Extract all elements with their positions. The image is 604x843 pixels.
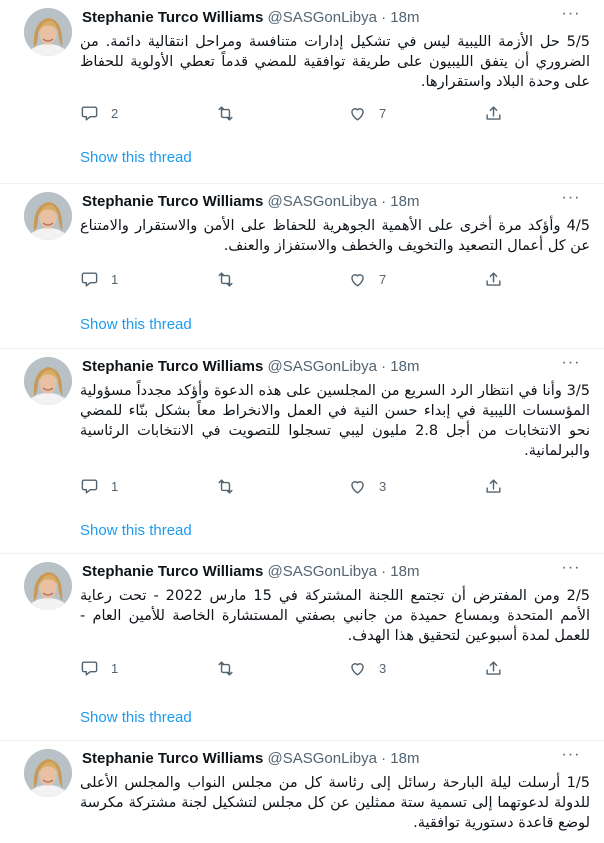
separator-dot: · [381, 750, 387, 767]
show-thread-link[interactable]: Show this thread [80, 148, 192, 168]
timestamp[interactable]: 18m [390, 563, 419, 580]
share-upload-icon [486, 660, 501, 675]
avatar[interactable] [24, 562, 72, 610]
author-handle[interactable]: @SASGonLibya [267, 9, 376, 26]
more-dots-icon[interactable]: ··· [560, 190, 582, 211]
timestamp[interactable]: 18m [390, 750, 419, 767]
tweet-text: 1/5 أرسلت ليلة البارحة رسائل إلى رئاسة ك… [80, 775, 590, 831]
separator-dot: · [381, 9, 387, 26]
like-count: 3 [379, 478, 387, 494]
share-upload-icon [486, 105, 501, 120]
author-handle[interactable]: @SASGonLibya [267, 750, 376, 767]
more-dots-icon[interactable]: ··· [560, 560, 582, 581]
like-count: 7 [379, 271, 387, 287]
tweet-header: Stephanie Turco Williams @SASGonLibya · … [82, 562, 584, 582]
avatar[interactable] [24, 749, 72, 797]
heart-outline-icon [351, 273, 364, 287]
like-count: 7 [379, 105, 387, 121]
speech-bubble-icon [81, 478, 98, 494]
separator-dot: · [381, 358, 387, 375]
retweet-button[interactable] [216, 474, 247, 498]
retweet-button[interactable] [216, 656, 247, 680]
retweet-arrows-icon [218, 660, 233, 676]
tweet-actions: 1 3 [70, 656, 510, 680]
heart-outline-icon [351, 662, 364, 676]
tweet-card[interactable]: Stephanie Turco Williams @SASGonLibya · … [0, 741, 604, 843]
tweet-text: 4/5 وأؤكد مرة أخرى على الأهمية الجوهرية … [80, 218, 590, 254]
avatar[interactable] [24, 8, 72, 56]
tweet-card[interactable]: Stephanie Turco Williams @SASGonLibya · … [0, 349, 604, 554]
reply-button[interactable]: 1 [80, 474, 118, 498]
like-button[interactable]: 7 [348, 101, 386, 125]
show-thread-link[interactable]: Show this thread [80, 315, 192, 335]
retweet-button[interactable] [216, 101, 247, 125]
heart-outline-icon [351, 480, 364, 494]
avatar[interactable] [24, 357, 72, 405]
more-dots-icon[interactable]: ··· [560, 355, 582, 376]
tweet-actions: 1 7 [70, 267, 510, 291]
share-button[interactable] [484, 474, 503, 498]
reply-count: 1 [111, 660, 119, 676]
reply-button[interactable]: 2 [80, 101, 118, 125]
reply-count: 2 [111, 105, 119, 121]
tweet-text: 5/5 حل الأزمة الليبية ليس في تشكيل إدارا… [80, 34, 590, 90]
speech-bubble-icon [81, 105, 98, 121]
author-handle[interactable]: @SASGonLibya [267, 358, 376, 375]
speech-bubble-icon [81, 660, 98, 676]
retweet-arrows-icon [218, 105, 233, 121]
retweet-button[interactable] [216, 267, 247, 291]
author-name[interactable]: Stephanie Turco Williams [82, 750, 263, 767]
share-button[interactable] [484, 101, 503, 125]
tweet-text: 2/5 ومن المفترض أن تجتمع اللجنة المشتركة… [80, 588, 591, 644]
tweet-header: Stephanie Turco Williams @SASGonLibya · … [82, 8, 584, 28]
reply-count: 1 [111, 478, 119, 494]
tweet-header: Stephanie Turco Williams @SASGonLibya · … [82, 192, 584, 212]
like-count: 3 [379, 660, 387, 676]
like-button[interactable]: 7 [348, 267, 386, 291]
more-dots-icon[interactable]: ··· [560, 6, 582, 27]
reply-count: 1 [111, 271, 119, 287]
heart-outline-icon [351, 107, 364, 121]
tweet-card[interactable]: Stephanie Turco Williams @SASGonLibya · … [0, 184, 604, 349]
share-button[interactable] [484, 267, 503, 291]
separator-dot: · [381, 563, 387, 580]
reply-button[interactable]: 1 [80, 267, 118, 291]
like-button[interactable]: 3 [348, 474, 386, 498]
retweet-arrows-icon [218, 478, 233, 494]
show-thread-link[interactable]: Show this thread [80, 521, 192, 541]
tweet-actions: 2 7 [70, 101, 510, 125]
tweet-text: 3/5 وأنا في انتظار الرد السريع من المجلس… [80, 383, 590, 459]
author-name[interactable]: Stephanie Turco Williams [82, 193, 263, 210]
tweet-actions: 1 3 [70, 474, 510, 498]
author-handle[interactable]: @SASGonLibya [267, 193, 376, 210]
author-name[interactable]: Stephanie Turco Williams [82, 563, 263, 580]
tweet-card[interactable]: Stephanie Turco Williams @SASGonLibya · … [0, 0, 604, 184]
timestamp[interactable]: 18m [390, 358, 419, 375]
show-thread-link[interactable]: Show this thread [80, 708, 192, 728]
tweet-card[interactable]: Stephanie Turco Williams @SASGonLibya · … [0, 554, 604, 741]
timestamp[interactable]: 18m [390, 9, 419, 26]
avatar[interactable] [24, 192, 72, 240]
more-dots-icon[interactable]: ··· [560, 747, 582, 768]
share-button[interactable] [484, 656, 503, 680]
retweet-arrows-icon [218, 271, 233, 287]
author-handle[interactable]: @SASGonLibya [267, 563, 376, 580]
tweet-header: Stephanie Turco Williams @SASGonLibya · … [82, 749, 584, 769]
author-name[interactable]: Stephanie Turco Williams [82, 358, 263, 375]
tweet-header: Stephanie Turco Williams @SASGonLibya · … [82, 357, 584, 377]
speech-bubble-icon [81, 271, 98, 287]
share-upload-icon [486, 478, 501, 493]
like-button[interactable]: 3 [348, 656, 386, 680]
separator-dot: · [381, 193, 387, 210]
author-name[interactable]: Stephanie Turco Williams [82, 9, 263, 26]
share-upload-icon [486, 271, 501, 286]
reply-button[interactable]: 1 [80, 656, 118, 680]
timestamp[interactable]: 18m [390, 193, 419, 210]
